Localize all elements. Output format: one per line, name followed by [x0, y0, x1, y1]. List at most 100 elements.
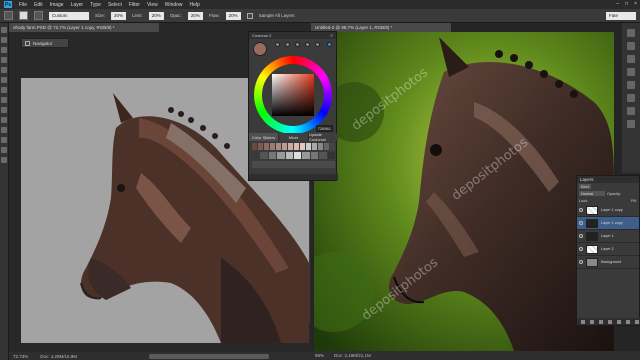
reference-photo[interactable]: depositphotos depositphotos depositphoto… — [314, 32, 614, 351]
strip1-swatch-0[interactable] — [252, 143, 257, 150]
visibility-eye-icon[interactable] — [579, 208, 583, 212]
preset-swatch-5[interactable] — [315, 42, 320, 47]
delete-layer-icon[interactable] — [635, 319, 639, 324]
paragraph-panel-icon[interactable] — [627, 120, 635, 128]
properties-panel-icon[interactable] — [627, 81, 635, 89]
link-layers-icon[interactable] — [581, 319, 585, 324]
strip2-swatch-0[interactable] — [252, 152, 260, 159]
strip2-swatch-4[interactable] — [285, 152, 294, 159]
close-icon[interactable]: × — [634, 1, 637, 7]
saturation-value-square[interactable] — [272, 74, 314, 116]
stamp-tool-icon[interactable] — [1, 87, 7, 93]
add-mask-icon[interactable] — [599, 319, 603, 324]
strip1-swatch-1[interactable] — [258, 143, 263, 150]
new-layer-icon[interactable] — [626, 319, 630, 324]
eyedropper-tool-icon[interactable] — [1, 67, 7, 73]
menu-file[interactable]: File — [19, 2, 27, 8]
mixer-strip[interactable] — [252, 161, 335, 168]
menu-filter[interactable]: Filter — [129, 2, 140, 8]
settings-gear-icon[interactable] — [327, 42, 332, 47]
strip2-swatch-8[interactable] — [319, 152, 327, 159]
maximize-icon[interactable]: □ — [625, 1, 628, 7]
menu-image[interactable]: Image — [50, 2, 64, 8]
crop-tool-icon[interactable] — [1, 57, 7, 63]
tab-mixer[interactable]: Mixer — [279, 133, 308, 141]
strip2-swatch-9[interactable] — [327, 152, 336, 159]
strip1-swatch-12[interactable] — [324, 143, 329, 150]
zoom-tool-icon[interactable] — [1, 157, 7, 163]
minimize-icon[interactable]: – — [616, 1, 619, 7]
strip1-swatch-11[interactable] — [318, 143, 323, 150]
smudge-tool-icon[interactable] — [1, 117, 7, 123]
left-document-tab[interactable]: ohody farm.PSD @ 72.7% (Layer 1 copy, RG… — [9, 23, 159, 32]
menu-help[interactable]: Help — [190, 2, 200, 8]
layer-row-1[interactable]: Layer 1 copy — [577, 204, 639, 217]
panel-menu-icon[interactable]: ≡ — [331, 33, 333, 38]
color-wheel[interactable] — [254, 56, 332, 134]
hex-value[interactable]: 726561 — [315, 125, 333, 132]
menu-layer[interactable]: Layer — [71, 2, 84, 8]
adjustment-layer-icon[interactable] — [608, 319, 612, 324]
strip2-swatch-6[interactable] — [302, 152, 310, 159]
type-tool-icon[interactable] — [1, 137, 7, 143]
swatches-panel-icon[interactable] — [627, 55, 635, 63]
strip2-swatch-1[interactable] — [260, 152, 268, 159]
menu-select[interactable]: Select — [108, 2, 122, 8]
pen-tool-icon[interactable] — [1, 127, 7, 133]
color-panel-icon[interactable] — [627, 42, 635, 50]
preset-swatch-2[interactable] — [285, 42, 290, 47]
layer-row-4[interactable]: Layer 2 — [577, 243, 639, 256]
adjustments-panel-icon[interactable] — [627, 94, 635, 102]
brush-preset-icon[interactable] — [19, 11, 28, 20]
preset-swatch-3[interactable] — [295, 42, 300, 47]
strip2-swatch-2[interactable] — [268, 152, 277, 159]
layer-row-2[interactable]: Layer 1 copy — [577, 217, 639, 230]
workspace-select[interactable]: Fate — [606, 11, 636, 20]
navigator-panel-button[interactable]: Navigator — [21, 38, 69, 48]
brush-tool-icon[interactable] — [1, 77, 7, 83]
lasso-tool-icon[interactable] — [1, 47, 7, 53]
menu-view[interactable]: View — [147, 2, 158, 8]
strip2-swatch-5[interactable] — [294, 152, 302, 159]
menu-edit[interactable]: Edit — [34, 2, 43, 8]
strip1-swatch-9[interactable] — [306, 143, 311, 150]
blend-mode-select[interactable]: Normal — [579, 191, 605, 196]
tool-preset-icon[interactable] — [4, 11, 13, 20]
history-panel-icon[interactable] — [627, 29, 635, 37]
flow-field[interactable]: 20% — [225, 11, 241, 20]
limit-field[interactable]: 20% — [148, 11, 164, 20]
strip1-swatch-7[interactable] — [294, 143, 299, 150]
strip1-swatch-13[interactable] — [330, 143, 335, 150]
new-group-icon[interactable] — [617, 319, 621, 324]
fx-icon[interactable] — [590, 319, 594, 324]
visibility-eye-icon[interactable] — [579, 234, 583, 238]
brush-panel-icon-right[interactable] — [627, 68, 635, 76]
color-history-strip[interactable] — [252, 143, 335, 150]
brush-panel-icon[interactable] — [34, 11, 43, 20]
layer-row-3[interactable]: Layer 1 — [577, 230, 639, 243]
strip1-swatch-5[interactable] — [282, 143, 287, 150]
layer-row-5[interactable]: Background — [577, 256, 639, 269]
menu-window[interactable]: Window — [165, 2, 183, 8]
tab-color-sliders[interactable]: Color Sliders — [249, 133, 278, 141]
eraser-tool-icon[interactable] — [1, 97, 7, 103]
visibility-eye-icon[interactable] — [579, 260, 583, 264]
visibility-eye-icon[interactable] — [579, 221, 583, 225]
size-field[interactable]: 20% — [111, 11, 127, 20]
gradient-tool-icon[interactable] — [1, 107, 7, 113]
strip1-swatch-2[interactable] — [264, 143, 269, 150]
hand-tool-icon[interactable] — [1, 147, 7, 153]
layers-title[interactable]: Layers — [577, 176, 639, 183]
opacity-field[interactable]: 20% — [187, 11, 203, 20]
move-tool-icon[interactable] — [1, 27, 7, 33]
gray-strip[interactable] — [252, 152, 336, 159]
current-color-swatch[interactable] — [253, 42, 267, 56]
preset-swatch-1[interactable] — [275, 42, 280, 47]
marquee-tool-icon[interactable] — [1, 37, 7, 43]
strip1-swatch-8[interactable] — [300, 143, 305, 150]
strip1-swatch-3[interactable] — [270, 143, 275, 150]
tab-update-coolorus[interactable]: Update Coolorus! — [309, 132, 338, 142]
kind-filter-select[interactable]: Kind — [579, 184, 591, 189]
left-zoom-level[interactable]: 72.73% — [13, 354, 28, 359]
character-panel-icon[interactable] — [627, 107, 635, 115]
